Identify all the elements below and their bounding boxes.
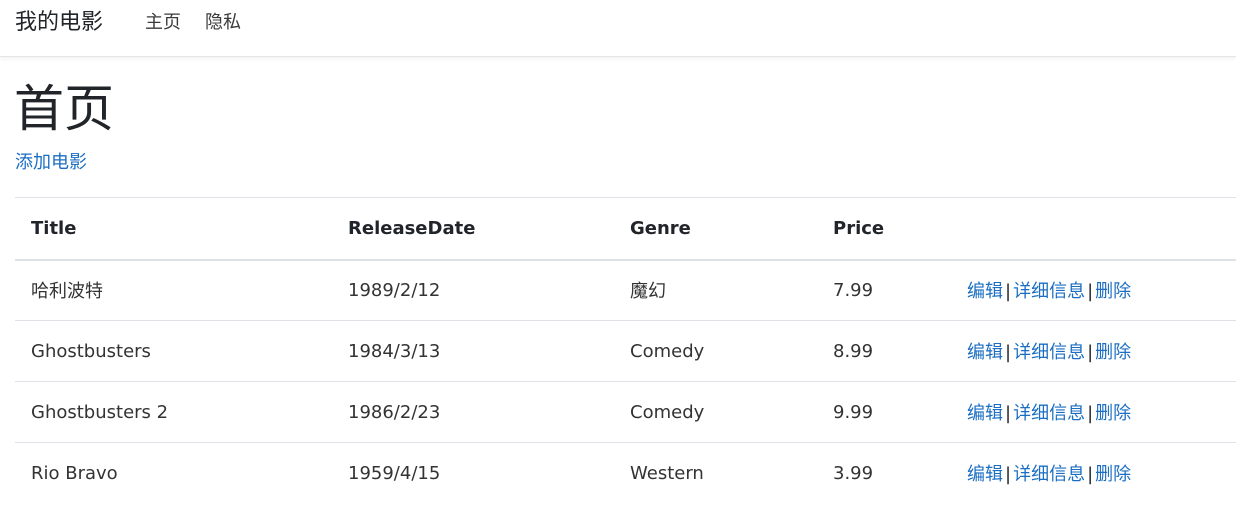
cell-price: 9.99 [817,381,967,443]
cell-title: Ghostbusters 2 [15,381,332,443]
action-separator: | [1087,342,1094,363]
action-separator: | [1005,342,1012,363]
header-price: Price [817,197,967,261]
cell-genre: Comedy [614,320,817,382]
action-separator: | [1087,464,1094,486]
cell-genre: Western [630,462,704,484]
cell-actions: 编辑 | 详细信息 | 删除 [967,381,1236,443]
cell-actions: 编辑 | 详细信息 | 删除 [967,443,1236,504]
table-row: 哈利波特 1989/2/12 魔幻 7.99 编辑 | 详细信息 | 删除 [15,259,1236,321]
delete-link[interactable]: 删除 [1095,464,1131,485]
add-movie-link[interactable]: 添加电影 [15,150,87,176]
cell-actions: 编辑 | 详细信息 | 删除 [967,259,1236,321]
delete-link[interactable]: 删除 [1095,403,1131,424]
cell-release-date: 1959/4/15 [348,462,441,484]
action-separator: | [1005,281,1012,303]
brand-link[interactable]: 我的电影 [15,8,103,38]
movies-table: Title ReleaseDate Genre Price 哈利波特 1989/… [15,197,1236,504]
cell-title: Rio Bravo [31,462,118,484]
nav-link-privacy[interactable]: 隐私 [205,10,241,36]
details-link[interactable]: 详细信息 [1013,342,1085,363]
cell-release-date: 1986/2/23 [332,381,614,443]
cell-price: 7.99 [817,259,967,321]
header-actions [967,197,1236,261]
cell-genre: 魔幻 [614,259,817,321]
edit-link[interactable]: 编辑 [967,342,1003,363]
page-title: 首页 [14,80,114,138]
cell-price: 3.99 [833,462,874,484]
cell-title: Ghostbusters [15,320,332,382]
cell-release-date: 1984/3/13 [332,320,614,382]
edit-link[interactable]: 编辑 [967,403,1003,424]
action-separator: | [1087,403,1094,424]
delete-link[interactable]: 删除 [1095,342,1131,363]
table-row: Rio Bravo 1959/4/15 Western 3.99 编辑 | 详细信息… [15,443,1236,504]
edit-link[interactable]: 编辑 [967,281,1003,302]
cell-price: 8.99 [817,320,967,382]
nav-link-home[interactable]: 主页 [145,10,181,36]
header-title: Title [15,197,332,261]
cell-actions: 编辑 | 详细信息 | 删除 [967,320,1236,382]
header-release-date: ReleaseDate [332,197,614,261]
delete-link[interactable]: 删除 [1095,281,1131,302]
action-separator: | [1005,403,1012,424]
details-link[interactable]: 详细信息 [1013,464,1085,485]
details-link[interactable]: 详细信息 [1013,281,1085,302]
navbar: 我的电影 主页 隐私 [0,0,1236,57]
action-separator: | [1087,281,1094,303]
cell-title: 哈利波特 [15,259,332,321]
table-row: Ghostbusters 1984/3/13 Comedy 8.99 编辑 | 详细… [15,320,1236,382]
edit-link[interactable]: 编辑 [967,464,1003,485]
table-header-row: Title ReleaseDate Genre Price [15,197,1236,261]
table-row: Ghostbusters 2 1986/2/23 Comedy 9.99 编辑 |… [15,381,1236,443]
action-separator: | [1005,464,1012,486]
details-link[interactable]: 详细信息 [1013,403,1085,424]
cell-release-date: 1989/2/12 [332,259,614,321]
cell-genre: Comedy [614,381,817,443]
header-genre: Genre [614,197,817,261]
